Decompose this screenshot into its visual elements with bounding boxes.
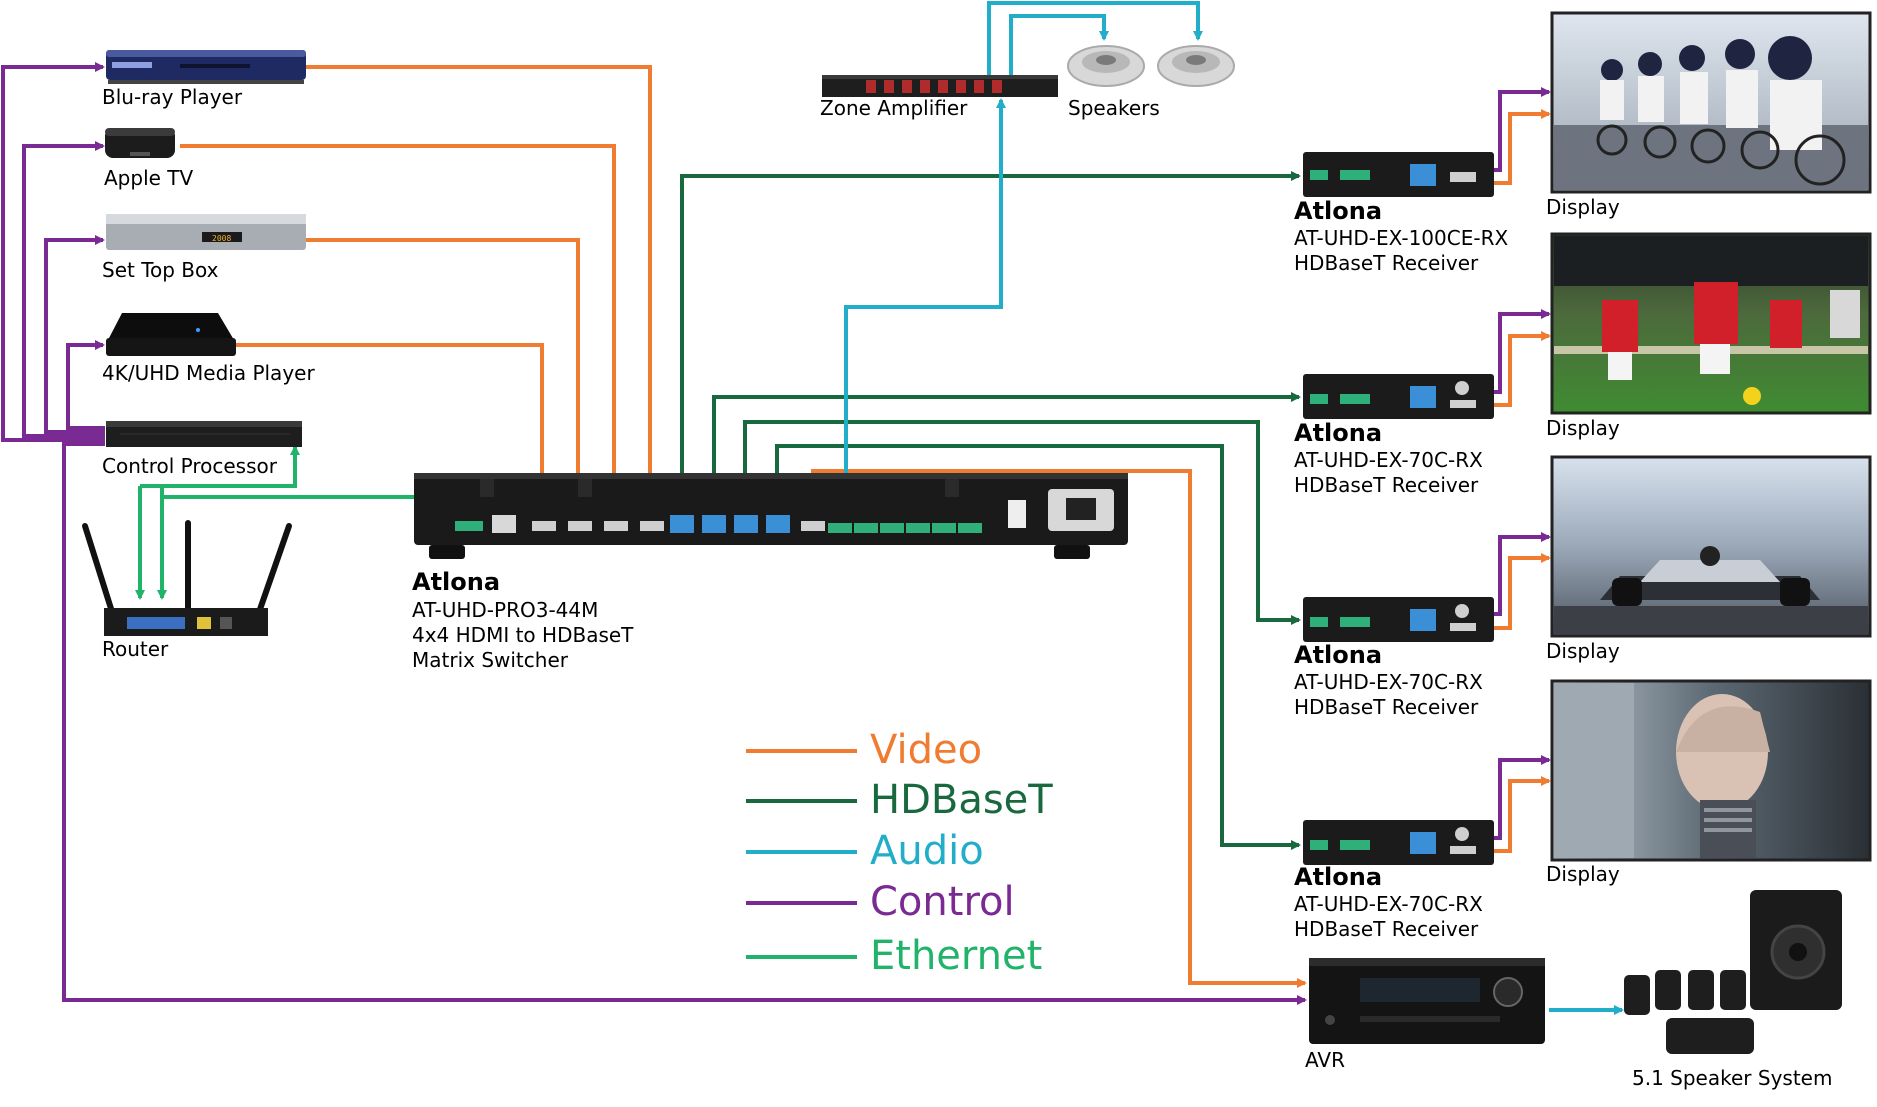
uhd-media-player-device: [106, 313, 236, 356]
receiver-1-brand: Atlona: [1294, 197, 1383, 225]
svg-text:2008: 2008: [212, 234, 231, 243]
bluray-label: Blu-ray Player: [102, 85, 243, 109]
receiver-4-brand: Atlona: [1294, 863, 1383, 891]
receiver-4-desc: HDBaseT Receiver: [1294, 917, 1479, 941]
display-2-label: Display: [1546, 416, 1620, 440]
receiver-3-device: [1303, 597, 1494, 642]
receiver-3-desc: HDBaseT Receiver: [1294, 695, 1479, 719]
legend-audio-label: Audio: [870, 828, 984, 874]
receiver-3-brand: Atlona: [1294, 641, 1383, 669]
ceiling-speaker-left: [1067, 45, 1145, 87]
receiver-3-model: AT-UHD-EX-70C-RX: [1294, 670, 1483, 694]
receiver-1-desc: HDBaseT Receiver: [1294, 251, 1479, 275]
receiver-1-model: AT-UHD-EX-100CE-RX: [1294, 226, 1509, 250]
router-device: [82, 520, 292, 636]
switcher-desc-2: Matrix Switcher: [412, 648, 568, 672]
receiver-4-device: [1303, 820, 1494, 865]
zone-amplifier-device: [822, 75, 1058, 97]
set-top-box-label: Set Top Box: [102, 258, 219, 282]
legend-hdbaset-label: HDBaseT: [870, 777, 1053, 823]
receiver-2-desc: HDBaseT Receiver: [1294, 473, 1479, 497]
display-1-label: Display: [1546, 195, 1620, 219]
apple-tv-device: [105, 128, 175, 158]
router-label: Router: [102, 637, 169, 661]
apple-tv-label: Apple TV: [104, 166, 194, 190]
receiver-4-model: AT-UHD-EX-70C-RX: [1294, 892, 1483, 916]
control-processor-label: Control Processor: [102, 454, 277, 478]
receiver-1-device: [1303, 152, 1494, 197]
display-2-screen: [1550, 232, 1872, 415]
receiver-2-model: AT-UHD-EX-70C-RX: [1294, 448, 1483, 472]
avr-device: [1309, 958, 1545, 1044]
legend-control-label: Control: [870, 879, 1015, 925]
legend-ethernet-label: Ethernet: [870, 933, 1043, 979]
receiver-2-brand: Atlona: [1294, 419, 1383, 447]
switcher-model: AT-UHD-PRO3-44M: [412, 598, 599, 622]
bluray-player-device: [106, 50, 306, 84]
receiver-2-device: [1303, 374, 1494, 419]
display-1-screen: [1550, 11, 1872, 194]
control-processor-device: [106, 421, 302, 447]
display-4-screen: [1550, 679, 1872, 862]
display-3-screen: [1550, 455, 1872, 638]
matrix-switcher-device: [414, 473, 1128, 559]
switcher-desc-1: 4x4 HDMI to HDBaseT: [412, 623, 634, 647]
zone-amplifier-label: Zone Amplifier: [820, 96, 968, 120]
display-3-label: Display: [1546, 639, 1620, 663]
switcher-brand: Atlona: [412, 568, 501, 596]
ceiling-speaker-right: [1157, 45, 1235, 87]
uhd-player-label: 4K/UHD Media Player: [102, 361, 315, 385]
speakers-label: Speakers: [1068, 96, 1160, 120]
avr-label: AVR: [1305, 1048, 1345, 1072]
set-top-box-device: 2008: [106, 214, 306, 250]
legend-swatches: [746, 749, 857, 959]
display-4-label: Display: [1546, 862, 1620, 886]
speaker-system-label: 5.1 Speaker System: [1632, 1066, 1833, 1090]
legend-video-label: Video: [870, 727, 983, 773]
speaker-system-device: [1624, 890, 1842, 1054]
